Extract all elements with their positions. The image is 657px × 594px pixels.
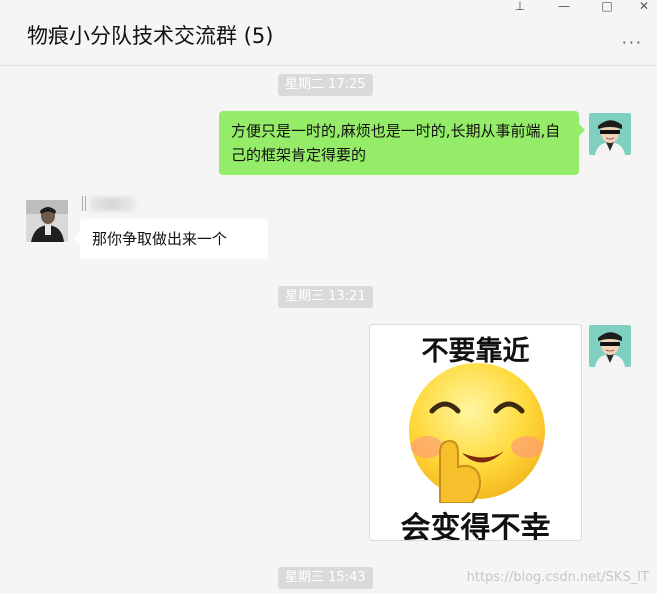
smiling-emoji-icon (409, 363, 545, 503)
message-bubble-mine[interactable]: 方便只是一时的,麻烦也是一时的,长期从事前端,自己的框架肯定得要的 (219, 111, 585, 175)
sticker-bottom-text: 会变得不幸 (400, 511, 551, 541)
time-separator: 星期三 13:21 (278, 286, 373, 308)
my-avatar[interactable] (589, 325, 631, 367)
message-bubble-theirs[interactable]: 那你争取做出来一个 (74, 219, 268, 259)
minimize-icon[interactable]: — (551, 0, 577, 12)
message-text: 方便只是一时的,麻烦也是一时的,长期从事前端,自己的框架肯定得要的 (231, 122, 561, 164)
time-separator: 星期二 17:25 (278, 74, 373, 96)
pin-icon[interactable]: ⊥ (507, 0, 533, 12)
sticker-message[interactable]: 不要靠近 会变得不幸 (369, 324, 582, 541)
sender-name-blurred (82, 196, 138, 212)
watermark: https://blog.csdn.net/SKS_IT (466, 570, 649, 585)
close-icon[interactable]: ✕ (631, 0, 657, 12)
chat-title: 物痕小分队技术交流群 (5) (27, 24, 274, 48)
chat-header: 物痕小分队技术交流群 (5) ⊥ — □ ✕ ··· (0, 0, 657, 66)
message-text: 那你争取做出来一个 (92, 230, 228, 248)
more-options-icon[interactable]: ··· (622, 35, 643, 51)
time-separator: 星期三 15:43 (278, 567, 373, 589)
maximize-icon[interactable]: □ (594, 0, 620, 12)
my-avatar[interactable] (589, 113, 631, 155)
sender-avatar[interactable] (26, 200, 68, 242)
